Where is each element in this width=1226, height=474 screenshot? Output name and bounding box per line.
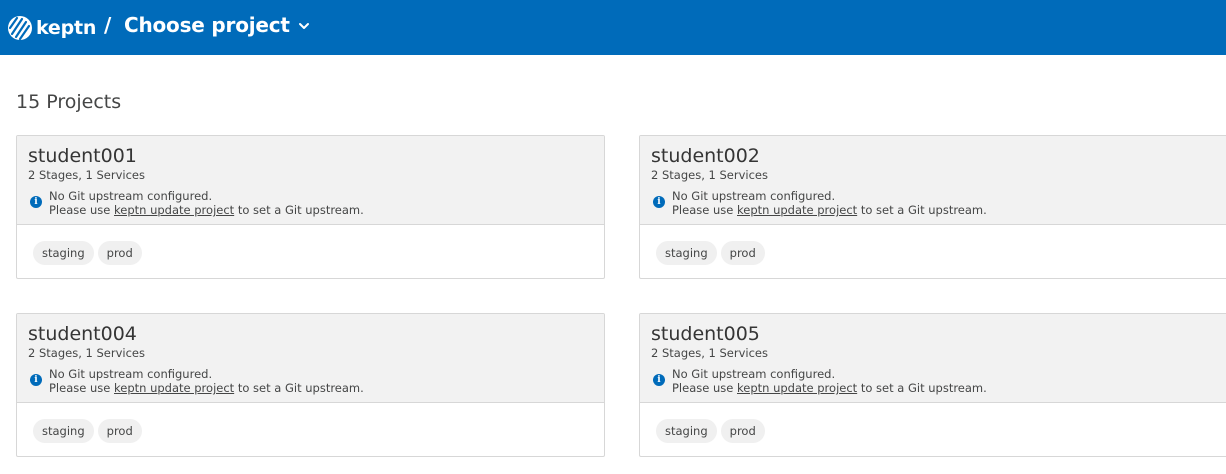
git-upstream-notice: i No Git upstream configured. Please use… [30,367,364,395]
notice-line-1: No Git upstream configured. [49,189,213,203]
info-icon: i [653,196,665,208]
project-card-header: student001 2 Stages, 1 Services i No Git… [17,136,604,225]
notice-prefix: Please use [672,381,737,395]
project-card[interactable]: student001 2 Stages, 1 Services i No Git… [16,135,605,279]
stages-list: staging prod [640,225,1226,265]
notice-suffix: to set a Git upstream. [857,381,987,395]
notice-line-1: No Git upstream configured. [672,189,836,203]
notice-suffix: to set a Git upstream. [857,203,987,217]
project-card-header: student004 2 Stages, 1 Services i No Git… [17,314,604,403]
git-upstream-notice-text: No Git upstream configured. Please use k… [672,189,987,217]
stages-list: staging prod [640,403,1226,443]
project-selector[interactable]: Choose project [124,13,311,37]
project-card[interactable]: student002 2 Stages, 1 Services i No Git… [639,135,1226,279]
top-header: keptn / Choose project [0,0,1226,55]
stage-tag-staging[interactable]: staging [33,241,94,265]
projects-count: 15 Projects [16,91,122,113]
info-icon: i [30,196,42,208]
git-upstream-notice: i No Git upstream configured. Please use… [653,367,987,395]
notice-line-1: No Git upstream configured. [672,367,836,381]
notice-suffix: to set a Git upstream. [234,381,364,395]
git-upstream-notice-text: No Git upstream configured. Please use k… [672,367,987,395]
keptn-logo[interactable]: keptn [7,15,96,41]
keptn-update-project-link[interactable]: keptn update project [114,203,234,217]
project-name[interactable]: student001 [28,145,593,167]
git-upstream-notice: i No Git upstream configured. Please use… [653,189,987,217]
stage-tag-staging[interactable]: staging [33,419,94,443]
notice-prefix: Please use [672,203,737,217]
project-name[interactable]: student002 [651,145,1216,167]
project-card-header: student002 2 Stages, 1 Services i No Git… [640,136,1226,225]
project-summary: 2 Stages, 1 Services [651,346,768,360]
keptn-update-project-link[interactable]: keptn update project [114,381,234,395]
stage-tag-prod[interactable]: prod [720,241,765,265]
project-summary: 2 Stages, 1 Services [28,346,145,360]
stages-list: staging prod [17,225,604,265]
stage-tag-staging[interactable]: staging [656,241,717,265]
stage-tag-prod[interactable]: prod [97,241,142,265]
chevron-down-icon [298,23,309,29]
stage-tag-prod[interactable]: prod [720,419,765,443]
project-card-header: student005 2 Stages, 1 Services i No Git… [640,314,1226,403]
project-name[interactable]: student004 [28,323,593,345]
keptn-logo-icon [8,16,32,41]
info-icon: i [30,374,42,386]
info-icon: i [653,374,665,386]
brand-name: keptn [36,17,97,39]
notice-prefix: Please use [49,203,114,217]
keptn-update-project-link[interactable]: keptn update project [737,381,857,395]
breadcrumb-separator: / [104,13,112,37]
project-card[interactable]: student004 2 Stages, 1 Services i No Git… [16,313,605,457]
stages-list: staging prod [17,403,604,443]
project-summary: 2 Stages, 1 Services [651,168,768,182]
notice-line-1: No Git upstream configured. [49,367,213,381]
stage-tag-staging[interactable]: staging [656,419,717,443]
notice-suffix: to set a Git upstream. [234,203,364,217]
git-upstream-notice-text: No Git upstream configured. Please use k… [49,189,364,217]
project-selector-label: Choose project [124,13,290,37]
project-summary: 2 Stages, 1 Services [28,168,145,182]
project-card[interactable]: student005 2 Stages, 1 Services i No Git… [639,313,1226,457]
project-name[interactable]: student005 [651,323,1216,345]
notice-prefix: Please use [49,381,114,395]
keptn-update-project-link[interactable]: keptn update project [737,203,857,217]
stage-tag-prod[interactable]: prod [97,419,142,443]
git-upstream-notice: i No Git upstream configured. Please use… [30,189,364,217]
git-upstream-notice-text: No Git upstream configured. Please use k… [49,367,364,395]
